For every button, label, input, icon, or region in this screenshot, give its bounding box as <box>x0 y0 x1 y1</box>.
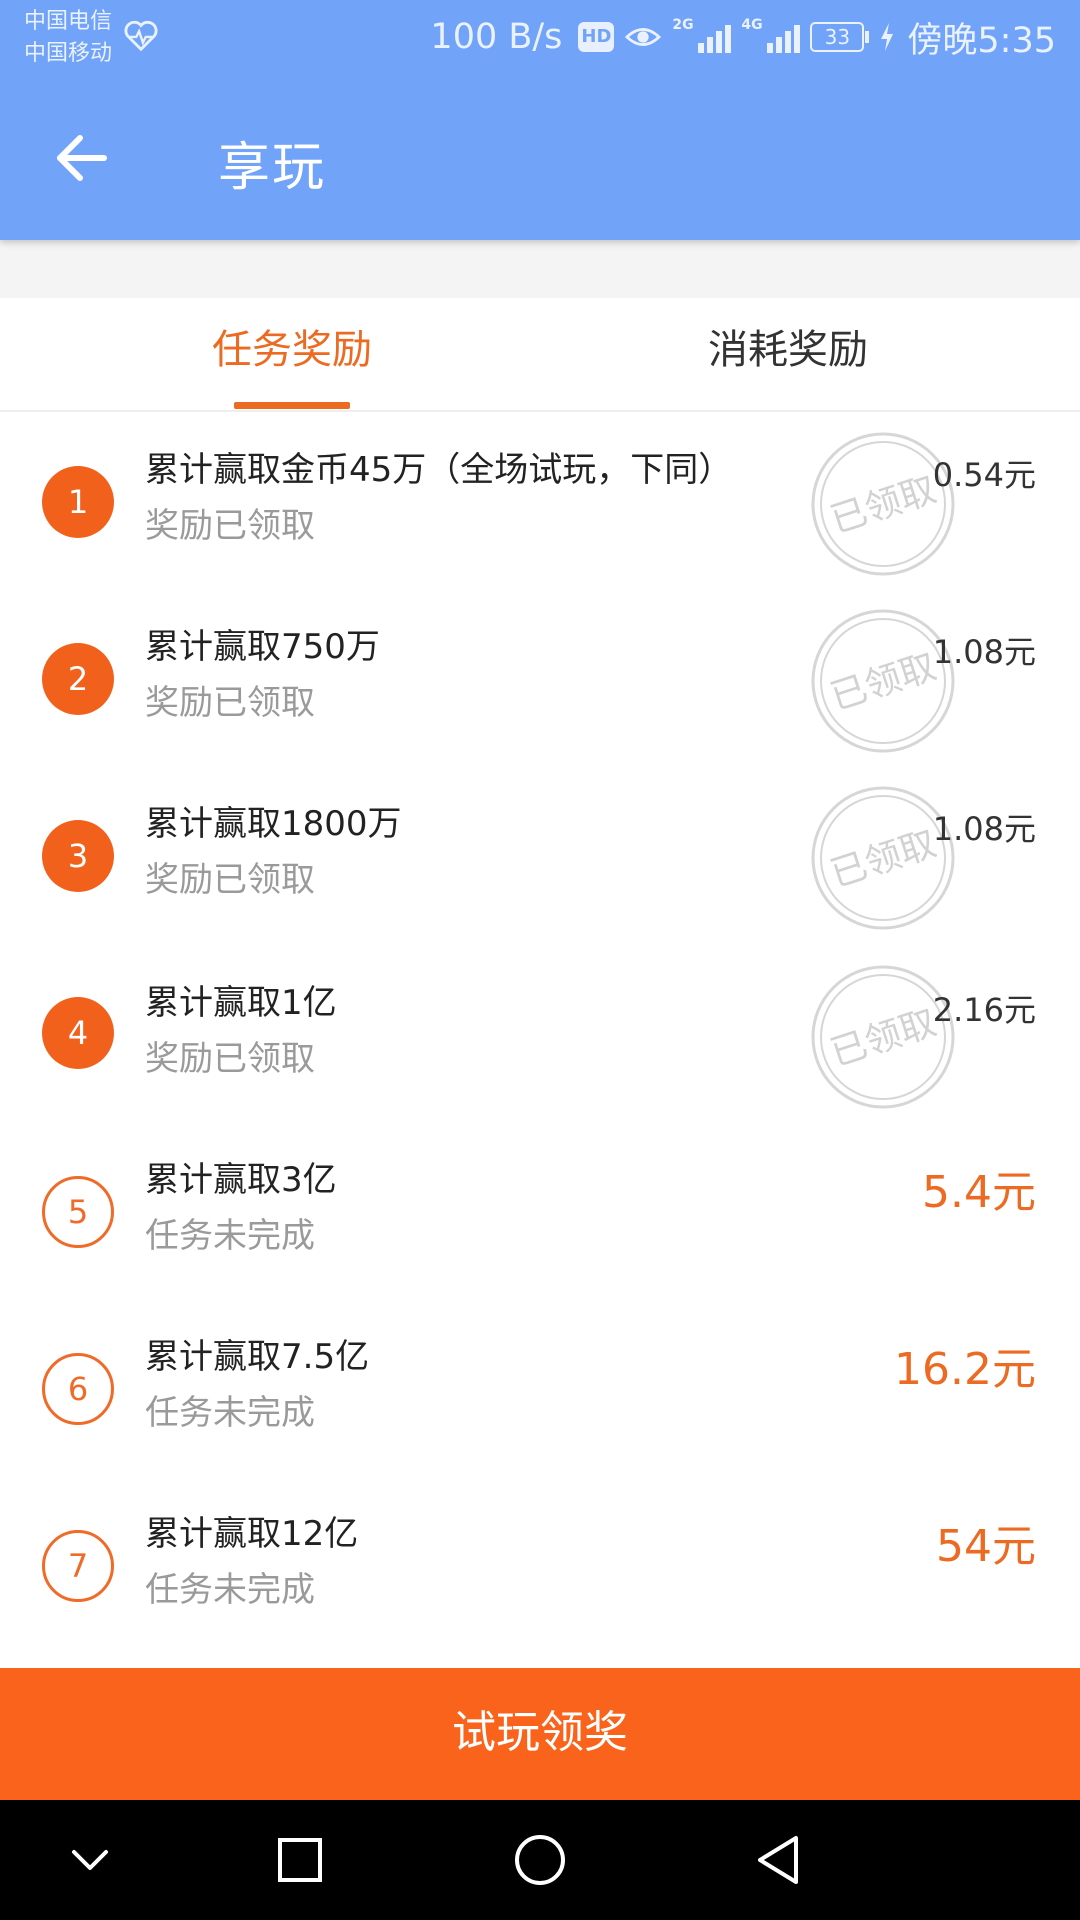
task-title: 累计赢取750万 <box>145 627 380 667</box>
task-row: 7 累计赢取12亿 任务未完成 54元 <box>0 1476 1080 1653</box>
stamp-text: 已领取 <box>826 646 941 718</box>
tab-consume-rewards[interactable]: 消耗奖励 <box>540 298 1080 410</box>
carrier-1-label: 中国电信 <box>24 9 113 34</box>
stamp-text: 已领取 <box>826 823 941 895</box>
home-circle-icon[interactable] <box>510 1830 570 1890</box>
task-title: 累计赢取1亿 <box>145 983 337 1023</box>
task-reward: 1.08元 <box>932 810 1036 848</box>
task-row: 2 累计赢取750万 奖励已领取 已领取 1.08元 <box>0 591 1080 768</box>
arrow-left-icon[interactable] <box>52 128 112 188</box>
task-number-badge: 7 <box>42 1530 114 1602</box>
task-reward: 5.4元 <box>922 1167 1036 1218</box>
task-status: 任务未完成 <box>145 1393 315 1433</box>
task-title: 累计赢取3亿 <box>145 1160 337 1200</box>
tab-bar: 任务奖励 消耗奖励 <box>0 298 1080 412</box>
task-status: 任务未完成 <box>145 1570 315 1610</box>
separator-strip <box>0 240 1080 298</box>
task-number-badge: 6 <box>42 1353 114 1425</box>
back-triangle-icon[interactable] <box>750 1830 810 1890</box>
task-row: 1 累计赢取金币45万（全场试玩，下同） 奖励已领取 已领取 0.54元 <box>0 414 1080 591</box>
task-row: 6 累计赢取7.5亿 任务未完成 16.2元 <box>0 1299 1080 1476</box>
tab-task-rewards-label: 任务奖励 <box>212 327 372 373</box>
task-status: 奖励已领取 <box>145 683 315 723</box>
task-number-badge: 2 <box>42 643 114 715</box>
task-title: 累计赢取1800万 <box>145 804 402 844</box>
task-reward: 54元 <box>936 1521 1036 1572</box>
heart-icon <box>124 20 158 52</box>
carrier-2-label: 中国移动 <box>24 41 113 66</box>
task-title: 累计赢取7.5亿 <box>145 1337 370 1377</box>
hd-icon: HD <box>578 22 615 52</box>
task-reward: 2.16元 <box>932 991 1036 1029</box>
active-tab-indicator <box>234 402 350 409</box>
task-number-badge: 3 <box>42 820 114 892</box>
task-status: 奖励已领取 <box>145 1039 315 1079</box>
signal-2-tag: 4G <box>741 17 763 33</box>
task-row: 4 累计赢取1亿 奖励已领取 已领取 2.16元 <box>0 945 1080 1122</box>
task-row: 3 累计赢取1800万 奖励已领取 已领取 1.08元 <box>0 768 1080 945</box>
battery-level: 33 <box>810 22 865 52</box>
task-title: 累计赢取12亿 <box>145 1514 359 1554</box>
task-status: 奖励已领取 <box>145 860 315 900</box>
task-reward: 16.2元 <box>894 1344 1036 1395</box>
eye-icon <box>625 28 662 46</box>
task-status: 奖励已领取 <box>145 506 315 546</box>
system-nav-bar <box>0 1800 1080 1920</box>
stamp-text: 已领取 <box>826 469 941 541</box>
tab-task-rewards[interactable]: 任务奖励 <box>22 298 562 410</box>
charging-icon <box>881 23 894 51</box>
page-title: 享玩 <box>218 138 327 198</box>
status-right: 100 B/s HD 2G 4G 33 傍晚5:35 <box>430 12 1056 62</box>
carrier-info: 中国电信 中国移动 <box>24 6 112 70</box>
clock: 傍晚5:35 <box>907 20 1056 61</box>
task-reward: 1.08元 <box>932 633 1036 671</box>
task-status: 任务未完成 <box>145 1216 315 1256</box>
signal-icon-2: 4G <box>741 17 801 53</box>
signal-1-tag: 2G <box>672 17 694 33</box>
task-reward: 0.54元 <box>932 456 1036 494</box>
app-header: 中国电信 中国移动 100 B/s HD 2G 4G 33 傍晚5:35 享玩 <box>0 0 1080 240</box>
task-number-badge: 1 <box>42 466 114 538</box>
net-speed: 100 B/s <box>430 17 563 57</box>
recents-square-icon[interactable] <box>270 1830 330 1890</box>
status-bar: 中国电信 中国移动 100 B/s HD 2G 4G 33 傍晚5:35 <box>0 0 1080 78</box>
task-title: 累计赢取金币45万（全场试玩，下同） <box>145 450 733 490</box>
battery-icon: 33 <box>810 22 870 52</box>
task-row: 5 累计赢取3亿 任务未完成 5.4元 <box>0 1122 1080 1299</box>
tab-consume-rewards-label: 消耗奖励 <box>708 327 868 373</box>
chevron-down-icon[interactable] <box>60 1830 120 1890</box>
play-claim-button[interactable]: 试玩领奖 <box>0 1668 1080 1800</box>
stamp-text: 已领取 <box>826 1002 941 1074</box>
task-number-badge: 5 <box>42 1176 114 1248</box>
task-number-badge: 4 <box>42 997 114 1069</box>
signal-icon-1: 2G <box>672 17 732 53</box>
